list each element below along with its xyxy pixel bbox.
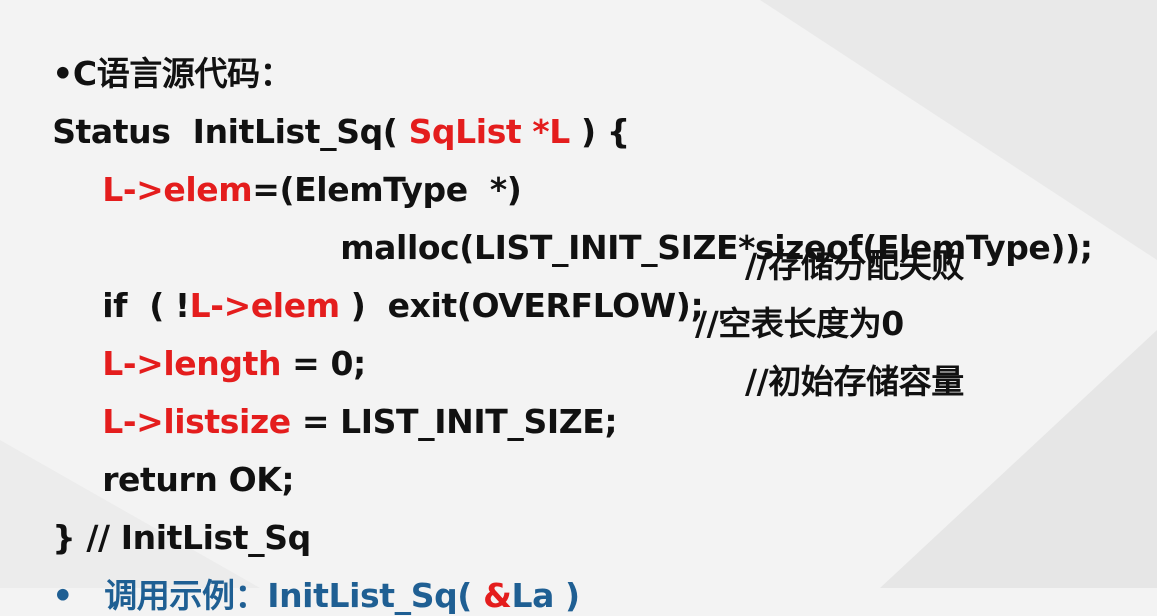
code-comment-5: //空表长度为0: [695, 304, 904, 343]
code-comment-6: //初始存储容量: [745, 362, 964, 401]
example-line: • 调用示例：InitList_Sq( &La ): [30, 536, 580, 616]
example-call: InitList_Sq(: [267, 576, 484, 615]
code-listsize-assign: = LIST_INIT_SIZE;: [290, 402, 618, 441]
code-elem: L->elem: [102, 170, 253, 209]
code-comment-4: //存储分配失败: [745, 246, 964, 285]
example-label: 调用示例：: [104, 576, 268, 615]
example-bullet: •: [52, 576, 73, 615]
code-exit: ) exit(OVERFLOW);: [339, 286, 704, 325]
slide: { "colors": { "text": "#111111", "highli…: [0, 0, 1157, 615]
code-brace-open: ) {: [569, 112, 630, 151]
example-ampersand: &: [483, 576, 512, 615]
example-arg: La ): [511, 576, 580, 615]
